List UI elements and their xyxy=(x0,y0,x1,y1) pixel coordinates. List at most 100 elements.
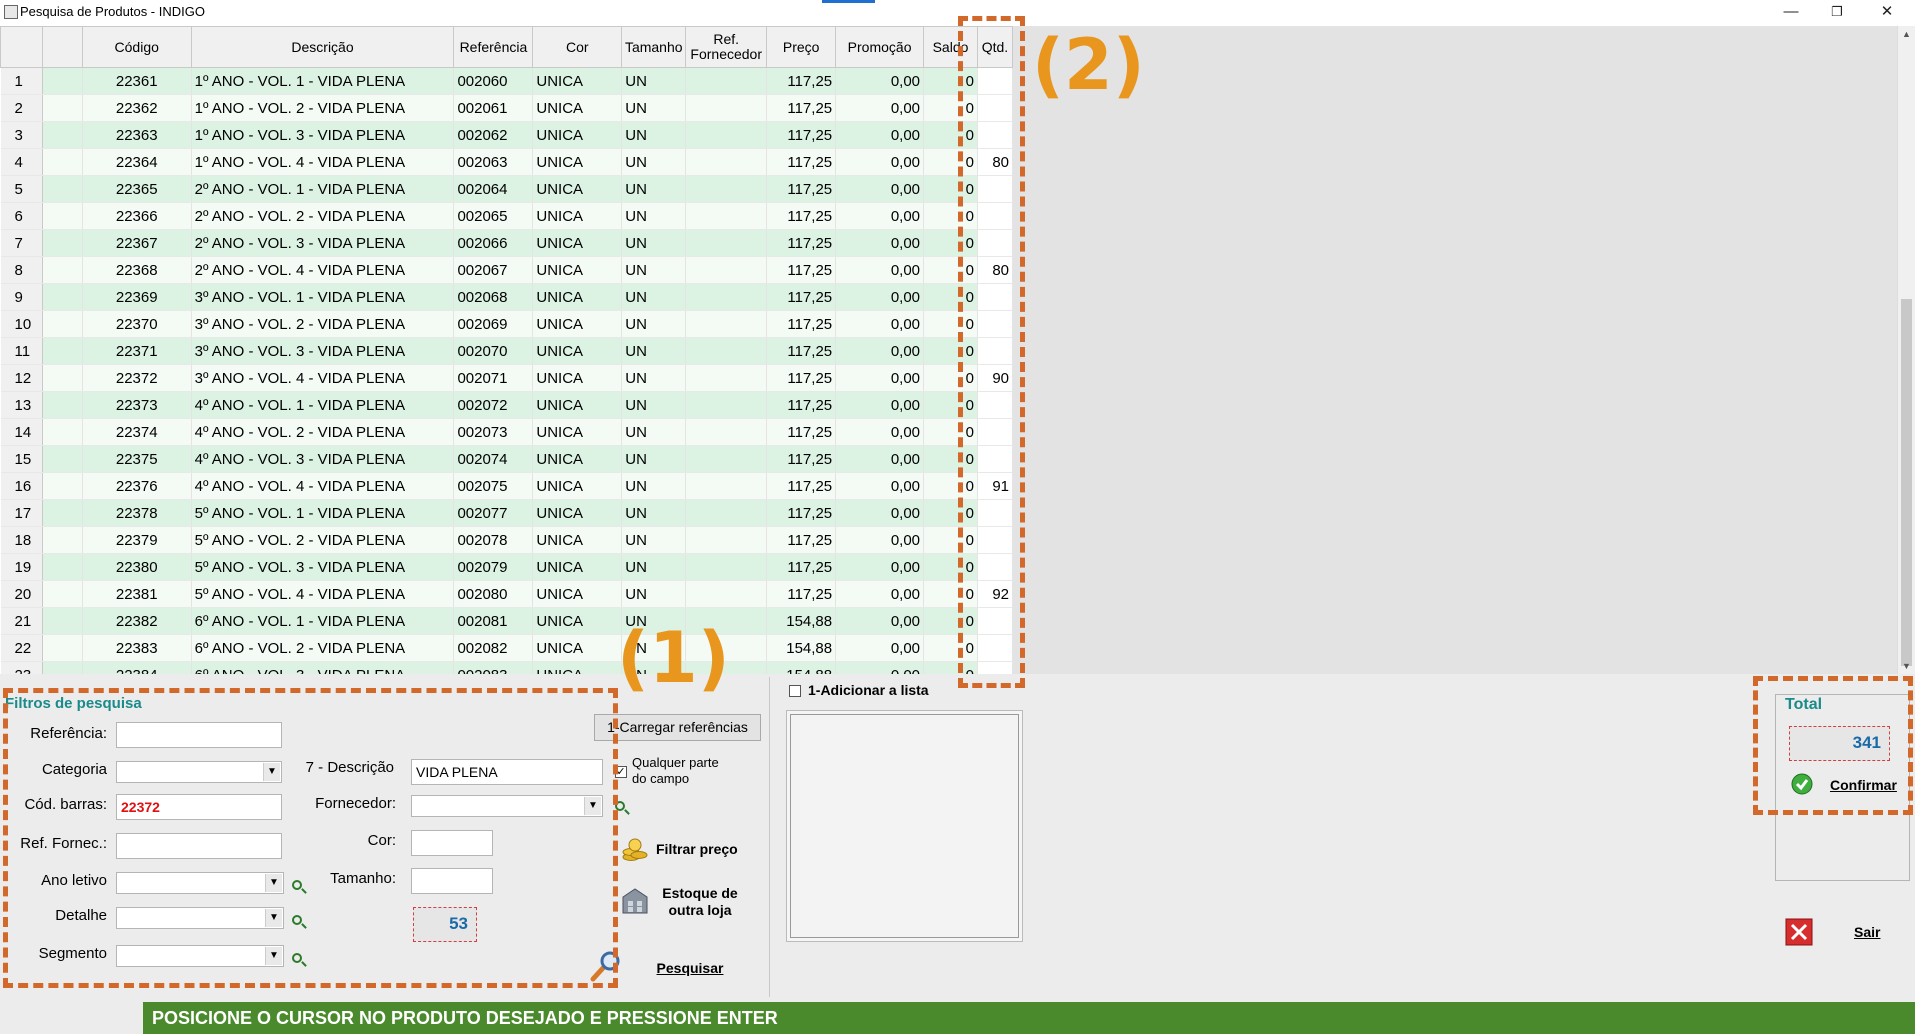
row-number: 14 xyxy=(0,418,43,446)
table-row[interactable]: 6 22366 2º ANO - VOL. 2 - VIDA PLENA 002065… xyxy=(0,202,1013,230)
scroll-up-arrow-icon[interactable]: ▲ xyxy=(1901,29,1912,39)
table-row[interactable]: 15 22375 4º ANO - VOL. 3 - VIDA PLENA 00207… xyxy=(0,445,1013,473)
cell-referencia: 002071 xyxy=(453,364,534,392)
cell-promocao: 0,00 xyxy=(835,202,925,230)
adicionar-lista-label[interactable]: 1-Adicionar a lista xyxy=(808,682,929,698)
selection-list[interactable] xyxy=(790,714,1019,938)
row-number-header xyxy=(0,26,43,68)
product-grid[interactable]: Código Descrição Referência Cor Tamanho … xyxy=(0,26,1013,674)
table-row[interactable]: 5 22365 2º ANO - VOL. 1 - VIDA PLENA 002064… xyxy=(0,175,1013,203)
col-header-tamanho[interactable]: Tamanho xyxy=(621,26,687,68)
cell-descricao: 4º ANO - VOL. 4 - VIDA PLENA xyxy=(191,472,455,500)
cell-tamanho: UN xyxy=(621,391,687,419)
col-header-referencia[interactable]: Referência xyxy=(453,26,534,68)
row-indicator xyxy=(42,472,83,500)
row-indicator xyxy=(42,634,83,662)
cell-promocao: 0,00 xyxy=(835,553,925,581)
cell-tamanho: UN xyxy=(621,175,687,203)
estoque-outra-loja-button[interactable]: Estoque de outra loja xyxy=(650,885,750,919)
exit-x-icon[interactable] xyxy=(1785,918,1813,946)
cell-referencia: 002081 xyxy=(453,607,534,635)
cell-promocao: 0,00 xyxy=(835,472,925,500)
cell-tamanho: UN xyxy=(621,148,687,176)
table-row[interactable]: 17 22378 5º ANO - VOL. 1 - VIDA PLENA 00207… xyxy=(0,499,1013,527)
table-row[interactable]: 4 22364 1º ANO - VOL. 4 - VIDA PLENA 002063… xyxy=(0,148,1013,176)
table-row[interactable]: 13 22373 4º ANO - VOL. 1 - VIDA PLENA 00207… xyxy=(0,391,1013,419)
table-row[interactable]: 10 22370 3º ANO - VOL. 2 - VIDA PLENA 00206… xyxy=(0,310,1013,338)
table-row[interactable]: 3 22363 1º ANO - VOL. 3 - VIDA PLENA 002062… xyxy=(0,121,1013,149)
carregar-referencias-button[interactable]: 1-Carregar referências xyxy=(594,714,761,741)
table-row[interactable]: 19 22380 5º ANO - VOL. 3 - VIDA PLENA 00207… xyxy=(0,553,1013,581)
cell-cor: UNICA xyxy=(532,418,623,446)
cell-promocao: 0,00 xyxy=(835,175,925,203)
cell-tamanho: UN xyxy=(621,256,687,284)
row-number: 3 xyxy=(0,121,43,149)
cell-referencia: 002062 xyxy=(453,121,534,149)
row-number: 5 xyxy=(0,175,43,203)
cell-codigo: 22363 xyxy=(82,121,192,149)
annotation-box-2 xyxy=(958,16,1025,688)
total-title: Total xyxy=(1785,696,1823,713)
cell-cor: UNICA xyxy=(532,580,623,608)
cell-cor: UNICA xyxy=(532,391,623,419)
adicionar-lista-checkbox[interactable] xyxy=(789,685,801,697)
close-button[interactable]: ✕ xyxy=(1864,0,1910,24)
cell-codigo: 22378 xyxy=(82,499,192,527)
table-row[interactable]: 22 22383 6º ANO - VOL. 2 - VIDA PLENA 00208… xyxy=(0,634,1013,662)
filtrar-preco-button[interactable]: Filtrar preço xyxy=(656,841,756,858)
row-indicator xyxy=(42,94,83,122)
selection-list-panel xyxy=(786,710,1023,942)
cell-descricao: 3º ANO - VOL. 1 - VIDA PLENA xyxy=(191,283,455,311)
cell-descricao: 5º ANO - VOL. 3 - VIDA PLENA xyxy=(191,553,455,581)
row-indicator xyxy=(42,499,83,527)
confirm-check-icon[interactable] xyxy=(1790,772,1814,796)
table-row[interactable]: 18 22379 5º ANO - VOL. 2 - VIDA PLENA 00207… xyxy=(0,526,1013,554)
scroll-down-arrow-icon[interactable]: ▼ xyxy=(1901,661,1912,671)
cell-cor: UNICA xyxy=(532,661,623,674)
cell-cor: UNICA xyxy=(532,526,623,554)
table-row[interactable]: 16 22376 4º ANO - VOL. 4 - VIDA PLENA 00207… xyxy=(0,472,1013,500)
table-row[interactable]: 11 22371 3º ANO - VOL. 3 - VIDA PLENA 00207… xyxy=(0,337,1013,365)
col-header-ref-fornecedor[interactable]: Ref. Fornecedor xyxy=(685,26,768,68)
confirmar-button[interactable]: Confirmar xyxy=(1830,777,1897,793)
table-row[interactable]: 9 22369 3º ANO - VOL. 1 - VIDA PLENA 002068… xyxy=(0,283,1013,311)
cell-preco: 117,25 xyxy=(766,418,837,446)
pesquisar-button[interactable]: Pesquisar xyxy=(640,960,740,977)
warehouse-icon[interactable] xyxy=(620,885,650,915)
cell-tamanho: UN xyxy=(621,445,687,473)
row-indicator xyxy=(42,202,83,230)
coins-icon[interactable] xyxy=(621,835,649,863)
cell-promocao: 0,00 xyxy=(835,121,925,149)
cell-cor: UNICA xyxy=(532,445,623,473)
grid-vertical-scrollbar[interactable]: ▲ ▼ xyxy=(1897,26,1915,674)
sair-button[interactable]: Sair xyxy=(1854,924,1880,940)
cell-promocao: 0,00 xyxy=(835,229,925,257)
cell-promocao: 0,00 xyxy=(835,283,925,311)
table-row[interactable]: 14 22374 4º ANO - VOL. 2 - VIDA PLENA 00207… xyxy=(0,418,1013,446)
table-row[interactable]: 21 22382 6º ANO - VOL. 1 - VIDA PLENA 00208… xyxy=(0,607,1013,635)
table-row[interactable]: 12 22372 3º ANO - VOL. 4 - VIDA PLENA 00207… xyxy=(0,364,1013,392)
table-row[interactable]: 2 22362 1º ANO - VOL. 2 - VIDA PLENA 002061… xyxy=(0,94,1013,122)
row-number: 6 xyxy=(0,202,43,230)
table-row[interactable]: 7 22367 2º ANO - VOL. 3 - VIDA PLENA 002066… xyxy=(0,229,1013,257)
cell-preco: 117,25 xyxy=(766,202,837,230)
col-header-cor[interactable]: Cor xyxy=(532,26,623,68)
col-header-descricao[interactable]: Descrição xyxy=(190,26,455,68)
table-row[interactable]: 23 223846º ANO - VOL. 3 - VIDA PLENA00208… xyxy=(0,661,1013,674)
minimize-button[interactable]: — xyxy=(1768,0,1814,24)
maximize-button[interactable]: ❐ xyxy=(1814,0,1860,24)
cell-ref-fornecedor xyxy=(685,580,768,608)
cell-referencia: 002066 xyxy=(453,229,534,257)
cell-preco: 117,25 xyxy=(766,526,837,554)
cell-tamanho: UN xyxy=(621,310,687,338)
cell-promocao: 0,00 xyxy=(835,391,925,419)
col-header-preco[interactable]: Preço xyxy=(766,26,837,68)
table-row[interactable]: 1 22361 1º ANO - VOL. 1 - VIDA PLENA 002060… xyxy=(0,67,1013,95)
cell-preco: 117,25 xyxy=(766,283,837,311)
col-header-promocao[interactable]: Promoção xyxy=(835,26,925,68)
cell-cor: UNICA xyxy=(532,337,623,365)
scroll-thumb[interactable] xyxy=(1901,299,1912,666)
table-row[interactable]: 20 22381 5º ANO - VOL. 4 - VIDA PLENA 00208… xyxy=(0,580,1013,608)
table-row[interactable]: 8 22368 2º ANO - VOL. 4 - VIDA PLENA 002067… xyxy=(0,256,1013,284)
col-header-codigo[interactable]: Código xyxy=(81,26,192,68)
